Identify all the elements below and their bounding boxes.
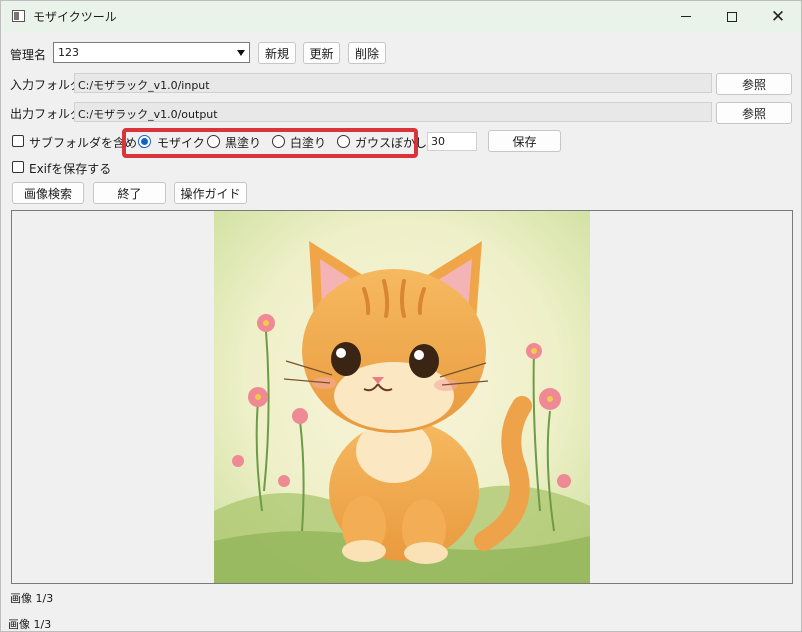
exit-button[interactable]: 終了: [93, 182, 166, 204]
output-browse-button[interactable]: 参照: [716, 102, 792, 124]
radio-gaussian-blur[interactable]: [337, 135, 350, 148]
output-folder-path: C:/モザラック_v1.0/output: [78, 108, 218, 121]
image-counter: 画像 1/3: [10, 592, 54, 605]
include-subfolders-checkbox[interactable]: [12, 135, 24, 147]
strength-input[interactable]: 30: [427, 132, 477, 151]
radio-white-fill-label: 白塗り: [290, 136, 327, 150]
maximize-icon: [727, 11, 737, 22]
image-viewer[interactable]: [11, 210, 793, 584]
management-name-select[interactable]: 123: [53, 42, 250, 63]
delete-button[interactable]: 削除: [348, 42, 386, 64]
close-button[interactable]: ✕: [755, 1, 801, 32]
chevron-down-icon[interactable]: [235, 46, 247, 59]
main-window: モザイクツール ✕ 管理名 123 新規 更新 削除 入力フォルダ C:/モザラ…: [0, 0, 802, 632]
output-folder-label: 出力フォルダ: [10, 107, 83, 121]
input-folder-path: C:/モザラック_v1.0/input: [78, 79, 210, 92]
app-icon: [12, 10, 25, 22]
statusbar-text: 画像 1/3: [8, 618, 52, 631]
minimize-button[interactable]: [663, 1, 709, 32]
input-folder-field[interactable]: C:/モザラック_v1.0/input: [74, 73, 712, 93]
guide-button[interactable]: 操作ガイド: [174, 182, 247, 204]
management-name-label: 管理名: [10, 48, 47, 62]
radio-black-fill-label: 黒塗り: [225, 136, 262, 150]
window-title: モザイクツール: [33, 10, 117, 24]
save-exif-label: Exifを保存する: [29, 162, 112, 176]
save-button[interactable]: 保存: [488, 130, 561, 152]
output-folder-field[interactable]: C:/モザラック_v1.0/output: [74, 102, 712, 122]
update-button[interactable]: 更新: [303, 42, 340, 64]
minimize-icon: [681, 16, 691, 17]
cat-illustration: [214, 211, 590, 583]
new-button[interactable]: 新規: [258, 42, 296, 64]
radio-black-fill[interactable]: [207, 135, 220, 148]
management-name-value: 123: [58, 46, 79, 59]
image-search-button[interactable]: 画像検索: [12, 182, 84, 204]
input-browse-button[interactable]: 参照: [716, 73, 792, 95]
radio-mosaic-label: モザイク: [157, 136, 205, 150]
maximize-button[interactable]: [709, 1, 755, 32]
strength-value: 30: [431, 135, 445, 148]
radio-gaussian-blur-label: ガウスぼかし: [355, 136, 428, 150]
radio-mosaic[interactable]: [138, 135, 151, 148]
save-exif-checkbox[interactable]: [12, 161, 24, 173]
titlebar: モザイクツール ✕: [1, 1, 801, 32]
close-icon: ✕: [770, 6, 786, 27]
radio-white-fill[interactable]: [272, 135, 285, 148]
input-folder-label: 入力フォルダ: [10, 78, 83, 92]
